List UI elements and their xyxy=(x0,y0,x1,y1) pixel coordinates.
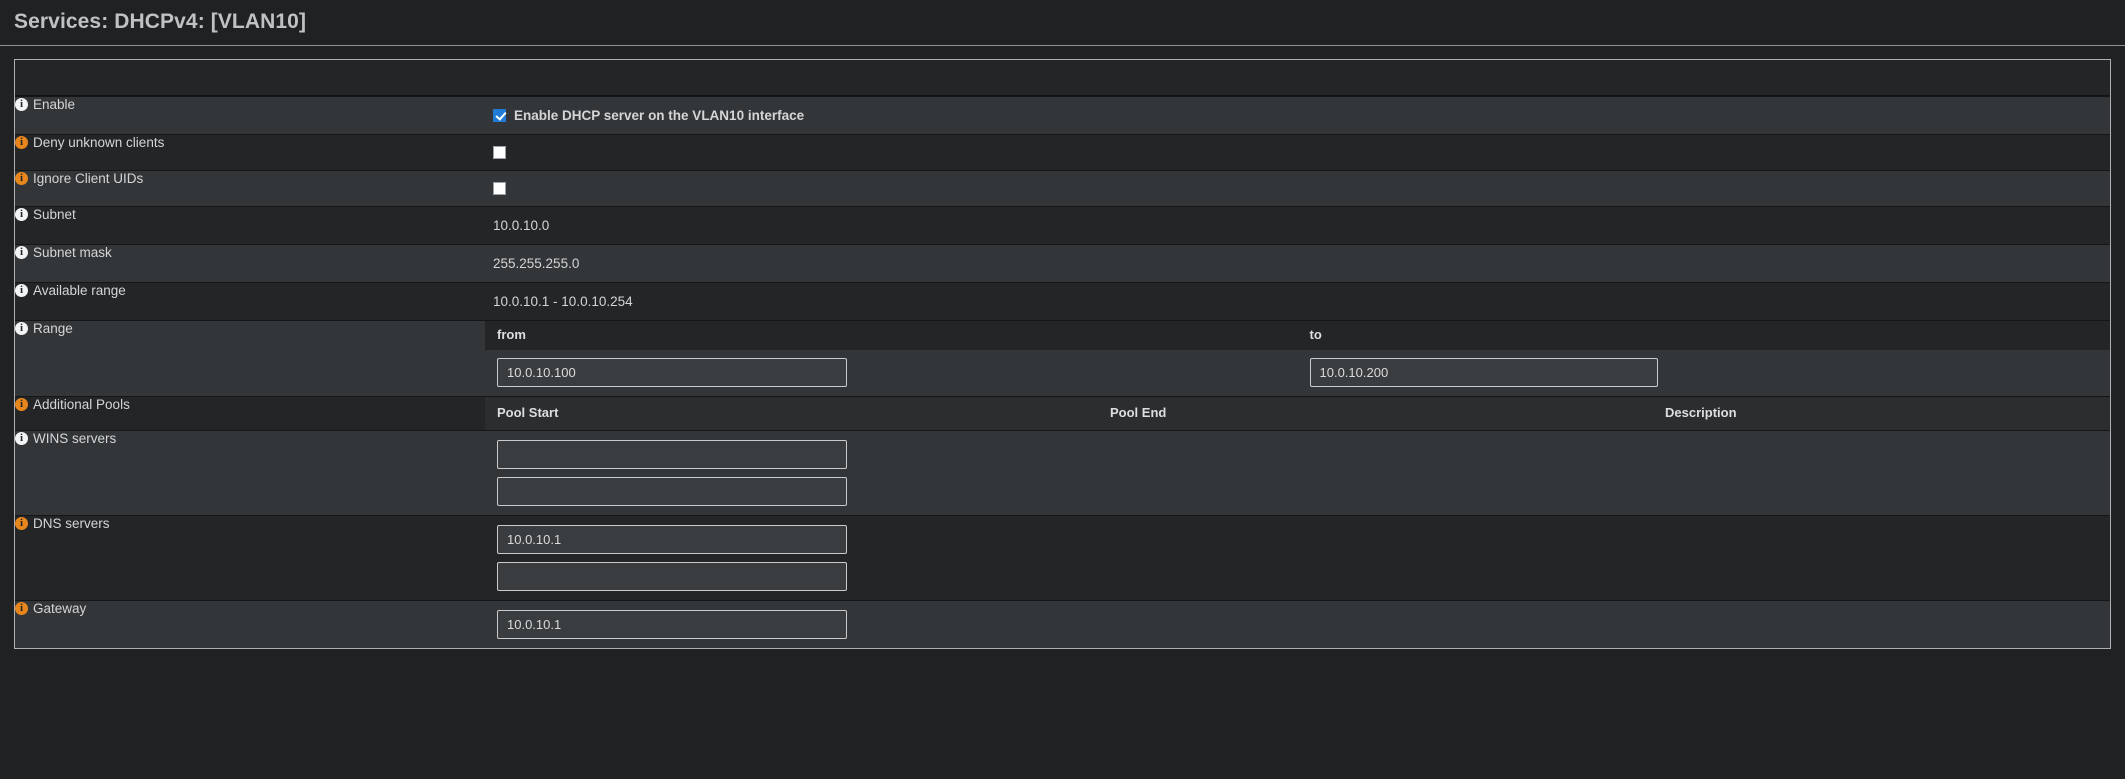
row-label-enable: Enable xyxy=(15,96,485,135)
row-value-subnet: 10.0.10.0 xyxy=(485,206,2110,245)
pool-end-column-header: Pool End xyxy=(1110,405,1167,420)
dhcp-form-table: Enable Enable DHCP server on the VLAN10 … xyxy=(15,96,2110,648)
table-row: Subnet 10.0.10.0 xyxy=(15,206,2110,245)
range-from-wrap xyxy=(485,350,1298,396)
info-icon[interactable] xyxy=(15,207,28,221)
available-range-value: 10.0.10.1 - 10.0.10.254 xyxy=(493,294,633,309)
dns-server-2-wrap xyxy=(485,554,2110,600)
table-row: Deny unknown clients xyxy=(15,134,2110,171)
info-icon[interactable] xyxy=(15,135,28,149)
row-value-gateway xyxy=(485,600,2110,648)
row-value-deny-unknown-clients xyxy=(485,134,2110,171)
table-row: Range from to xyxy=(15,320,2110,397)
page-header: Services: DHCPv4: [VLAN10] xyxy=(0,0,2125,46)
range-to-label: to xyxy=(1297,321,2110,350)
label-text: DNS servers xyxy=(33,516,110,531)
table-row: DNS servers xyxy=(15,515,2110,601)
enable-dhcp-checkbox[interactable] xyxy=(493,109,506,122)
row-label-gateway: Gateway xyxy=(15,600,485,648)
range-from-input[interactable] xyxy=(497,358,847,387)
row-label-available-range: Available range xyxy=(15,282,485,321)
pool-start-column-header: Pool Start xyxy=(497,405,559,420)
label-text: Enable xyxy=(33,97,76,112)
dhcp-settings-panel: Enable Enable DHCP server on the VLAN10 … xyxy=(14,59,2111,649)
enable-dhcp-checkbox-label: Enable DHCP server on the VLAN10 interfa… xyxy=(514,108,805,123)
table-row: Enable Enable DHCP server on the VLAN10 … xyxy=(15,96,2110,135)
content-area: Enable Enable DHCP server on the VLAN10 … xyxy=(0,46,2125,649)
label-text: Available range xyxy=(33,283,126,298)
deny-unknown-clients-checkbox[interactable] xyxy=(493,146,506,159)
table-row: WINS servers xyxy=(15,430,2110,516)
table-row: Additional Pools Pool Start Pool End Des… xyxy=(15,396,2110,431)
row-label-subnet-mask: Subnet mask xyxy=(15,244,485,283)
row-value-ignore-client-uids xyxy=(485,170,2110,207)
info-icon[interactable] xyxy=(15,321,28,335)
table-row: Subnet mask 255.255.255.0 xyxy=(15,244,2110,283)
table-row: Ignore Client UIDs xyxy=(15,170,2110,207)
row-label-deny-unknown-clients: Deny unknown clients xyxy=(15,134,485,171)
label-text: Additional Pools xyxy=(33,397,130,412)
row-value-enable: Enable DHCP server on the VLAN10 interfa… xyxy=(485,96,2110,135)
range-to-input[interactable] xyxy=(1309,358,1658,387)
row-value-dns-servers xyxy=(485,515,2110,601)
row-label-dns-servers: DNS servers xyxy=(15,515,485,601)
row-value-wins-servers xyxy=(485,430,2110,516)
range-to-wrap xyxy=(1298,350,2111,396)
gateway-input[interactable] xyxy=(497,610,847,639)
page-title: Services: DHCPv4: [VLAN10] xyxy=(14,10,307,33)
panel-heading xyxy=(15,60,2110,96)
label-text: WINS servers xyxy=(33,431,117,446)
wins-server-2-wrap xyxy=(485,469,2110,515)
range-grid: from to xyxy=(485,321,2110,396)
row-value-additional-pools: Pool Start Pool End Description xyxy=(485,396,2110,431)
subnet-mask-value: 255.255.255.0 xyxy=(493,256,580,271)
dns-server-1-input[interactable] xyxy=(497,525,847,554)
ignore-client-uids-checkbox[interactable] xyxy=(493,182,506,195)
info-icon[interactable] xyxy=(15,97,28,111)
additional-pools-header: Pool Start Pool End Description xyxy=(485,397,2110,430)
wins-server-2-input[interactable] xyxy=(497,477,847,506)
subnet-value: 10.0.10.0 xyxy=(493,218,550,233)
table-row: Gateway xyxy=(15,600,2110,648)
row-label-ignore-client-uids: Ignore Client UIDs xyxy=(15,170,485,207)
row-label-additional-pools: Additional Pools xyxy=(15,396,485,431)
info-icon[interactable] xyxy=(15,283,28,297)
label-text: Deny unknown clients xyxy=(33,135,165,150)
row-value-range: from to xyxy=(485,320,2110,397)
wins-server-1-wrap xyxy=(485,431,2110,469)
wins-server-1-input[interactable] xyxy=(497,440,847,469)
info-icon[interactable] xyxy=(15,245,28,259)
row-value-available-range: 10.0.10.1 - 10.0.10.254 xyxy=(485,282,2110,321)
info-icon[interactable] xyxy=(15,601,28,615)
row-value-subnet-mask: 255.255.255.0 xyxy=(485,244,2110,283)
pool-description-column-header: Description xyxy=(1665,405,1737,420)
info-icon[interactable] xyxy=(15,397,28,411)
table-row: Available range 10.0.10.1 - 10.0.10.254 xyxy=(15,282,2110,321)
label-text: Gateway xyxy=(33,601,87,616)
info-icon[interactable] xyxy=(15,516,28,530)
row-label-subnet: Subnet xyxy=(15,206,485,245)
label-text: Subnet mask xyxy=(33,245,112,260)
label-text: Ignore Client UIDs xyxy=(33,171,144,186)
range-from-label: from xyxy=(485,321,1298,350)
label-text: Subnet xyxy=(33,207,76,222)
label-text: Range xyxy=(33,321,73,336)
dns-server-2-input[interactable] xyxy=(497,562,847,591)
gateway-wrap xyxy=(485,601,2110,648)
info-icon[interactable] xyxy=(15,171,28,185)
info-icon[interactable] xyxy=(15,431,28,445)
row-label-range: Range xyxy=(15,320,485,397)
dns-server-1-wrap xyxy=(485,516,2110,554)
row-label-wins-servers: WINS servers xyxy=(15,430,485,516)
